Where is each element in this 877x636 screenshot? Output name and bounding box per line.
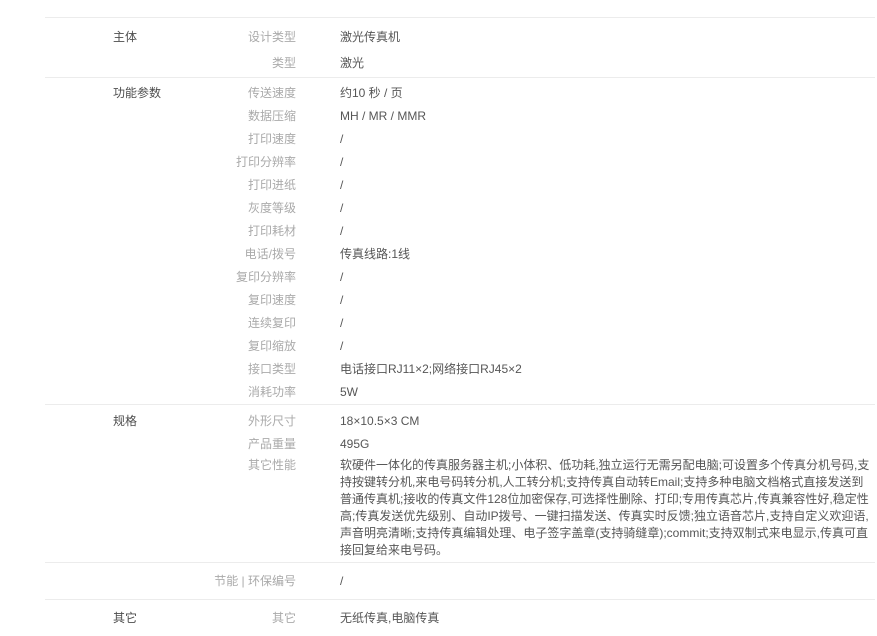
spec-value: /	[296, 197, 875, 220]
spec-label: 灰度等级	[163, 197, 296, 220]
spec-row: 其它 无纸传真,电脑传真	[163, 607, 875, 630]
section-category: 其它	[45, 607, 163, 630]
product-spec-page: { "table": { "sections": [ { "category":…	[0, 17, 877, 626]
spec-value: /	[296, 266, 875, 289]
spec-value: /	[296, 151, 875, 174]
spec-row: 其它性能 软硬件一体化的传真服务器主机;小体积、低功耗,独立运行无需另配电脑;可…	[163, 456, 875, 559]
spec-row: 打印耗材 /	[163, 220, 875, 243]
spec-value: 495G	[296, 433, 875, 456]
spec-row: 节能 | 环保编号 /	[163, 570, 875, 593]
spec-label: 复印分辨率	[163, 266, 296, 289]
spec-value: /	[296, 289, 875, 312]
section-rows: 节能 | 环保编号 /	[163, 570, 875, 593]
spec-row: 数据压缩 MH / MR / MMR	[163, 105, 875, 128]
spec-label: 复印速度	[163, 289, 296, 312]
spec-value: 传真线路:1线	[296, 243, 875, 266]
spec-row: 外形尺寸 18×10.5×3 CM	[163, 410, 875, 433]
spec-value: 18×10.5×3 CM	[296, 410, 875, 433]
spec-label: 连续复印	[163, 312, 296, 335]
spec-label: 打印分辨率	[163, 151, 296, 174]
spec-value: /	[296, 570, 875, 593]
spec-section-function: 功能参数 传送速度 约10 秒 / 页 数据压缩 MH / MR / MMR 打…	[45, 77, 875, 404]
spec-row: 灰度等级 /	[163, 197, 875, 220]
spec-row: 连续复印 /	[163, 312, 875, 335]
spec-row: 接口类型 电话接口RJ11×2;网络接口RJ45×2	[163, 358, 875, 381]
spec-section-energy: 节能 | 环保编号 /	[45, 562, 875, 599]
spec-row: 产品重量 495G	[163, 433, 875, 456]
spec-value: MH / MR / MMR	[296, 105, 875, 128]
spec-label: 其它	[163, 607, 296, 630]
section-rows: 设计类型 激光传真机 类型 激光	[163, 24, 875, 76]
spec-label: 其它性能	[163, 456, 296, 559]
spec-row: 打印进纸 /	[163, 174, 875, 197]
section-rows: 传送速度 约10 秒 / 页 数据压缩 MH / MR / MMR 打印速度 /…	[163, 82, 875, 404]
spec-section-main: 主体 设计类型 激光传真机 类型 激光	[45, 17, 875, 77]
spec-value: 电话接口RJ11×2;网络接口RJ45×2	[296, 358, 875, 381]
spec-row: 打印分辨率 /	[163, 151, 875, 174]
spec-label: 数据压缩	[163, 105, 296, 128]
spec-label: 设计类型	[163, 24, 296, 50]
spec-row: 复印速度 /	[163, 289, 875, 312]
spec-label: 接口类型	[163, 358, 296, 381]
spec-value: /	[296, 312, 875, 335]
spec-value: 无纸传真,电脑传真	[296, 607, 875, 630]
spec-value: /	[296, 335, 875, 358]
spec-label: 类型	[163, 50, 296, 76]
section-category: 功能参数	[45, 82, 163, 404]
section-category	[45, 570, 163, 593]
spec-table: 主体 设计类型 激光传真机 类型 激光 功能参数 传送速度 约10 秒 / 页 …	[45, 17, 875, 636]
spec-row: 传送速度 约10 秒 / 页	[163, 82, 875, 105]
spec-label: 消耗功率	[163, 381, 296, 404]
spec-value: 软硬件一体化的传真服务器主机;小体积、低功耗,独立运行无需另配电脑;可设置多个传…	[296, 456, 875, 559]
spec-value: 约10 秒 / 页	[296, 82, 875, 105]
spec-value: /	[296, 174, 875, 197]
section-rows: 外形尺寸 18×10.5×3 CM 产品重量 495G 其它性能 软硬件一体化的…	[163, 410, 875, 559]
spec-row: 打印速度 /	[163, 128, 875, 151]
spec-label: 复印缩放	[163, 335, 296, 358]
section-rows: 其它 无纸传真,电脑传真	[163, 607, 875, 630]
spec-section-other: 其它 其它 无纸传真,电脑传真	[45, 599, 875, 636]
spec-row: 类型 激光	[163, 50, 875, 76]
spec-value: 激光	[296, 50, 875, 76]
spec-label: 打印速度	[163, 128, 296, 151]
spec-value: /	[296, 220, 875, 243]
spec-label: 节能 | 环保编号	[163, 570, 296, 593]
spec-row: 消耗功率 5W	[163, 381, 875, 404]
spec-value: 5W	[296, 381, 875, 404]
spec-section-specs: 规格 外形尺寸 18×10.5×3 CM 产品重量 495G 其它性能 软硬件一…	[45, 404, 875, 562]
spec-label: 外形尺寸	[163, 410, 296, 433]
spec-row: 复印缩放 /	[163, 335, 875, 358]
spec-row: 电话/拨号 传真线路:1线	[163, 243, 875, 266]
spec-label: 打印进纸	[163, 174, 296, 197]
spec-label: 传送速度	[163, 82, 296, 105]
spec-label: 产品重量	[163, 433, 296, 456]
spec-row: 复印分辨率 /	[163, 266, 875, 289]
spec-value: 激光传真机	[296, 24, 875, 50]
spec-label: 电话/拨号	[163, 243, 296, 266]
spec-row: 设计类型 激光传真机	[163, 24, 875, 50]
section-category: 规格	[45, 410, 163, 559]
spec-label: 打印耗材	[163, 220, 296, 243]
spec-value: /	[296, 128, 875, 151]
section-category: 主体	[45, 24, 163, 76]
